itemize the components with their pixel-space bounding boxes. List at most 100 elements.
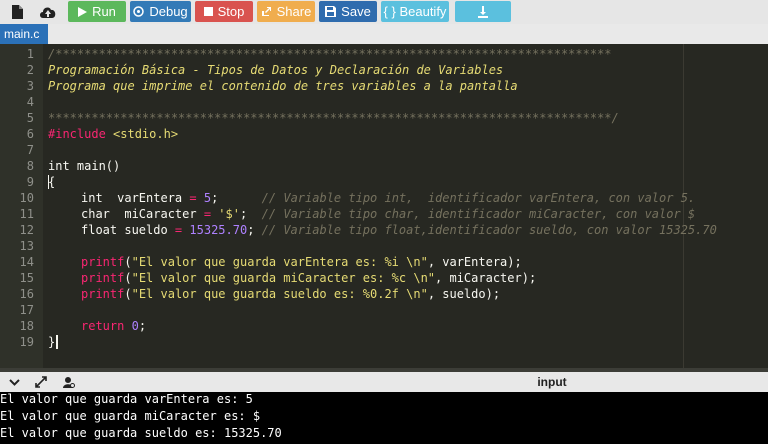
console-line: El valor que guarda sueldo es: 15325.70 [0,426,282,440]
line-number: 6 [26,127,34,141]
code-paren: ( [124,255,132,269]
code-line-8: int main() [48,158,120,174]
console-input-label[interactable]: input [530,372,574,392]
toolbar: Run Debug Stop Share Save { } Beautify [0,0,768,24]
code-function: printf [81,271,125,285]
code-line-3: Programa que imprime el contenido de tre… [48,78,518,94]
line-number: 9 [26,175,34,189]
code-comment: /***************************************… [48,47,612,61]
save-button[interactable]: Save [319,1,377,22]
expand-arrows-icon [35,376,47,388]
line-number: 15 [19,271,34,285]
upload-button[interactable] [33,0,63,24]
chevron-down-icon [8,378,20,386]
bracket-highlight [48,175,49,189]
console-output[interactable]: El valor que guarda varEntera es: 5 El v… [0,392,768,444]
code-line-5: ****************************************… [48,110,619,126]
code-comment: // Variable tipo char, identificador miC… [261,207,696,221]
share-label: Share [276,4,312,19]
code-comment: Programación Básica - Tipos de Datos y D… [48,63,504,77]
code-comment: // Variable tipo float,identificador sue… [261,223,717,237]
stop-icon [203,7,213,16]
code-string: "El valor que guarda varEntera es: %i \n… [131,255,428,269]
console-settings-button[interactable] [57,372,79,392]
code-semicolon: ; [211,191,262,205]
code-line-16: printf("El valor que guarda sueldo es: %… [81,286,500,302]
stop-label: Stop [217,4,245,19]
code-paren: ( [124,287,132,301]
code-comment: Programa que imprime el contenido de tre… [48,79,518,93]
line-number: 1 [26,47,34,61]
debug-button[interactable]: Debug [130,1,191,22]
code-identifier: miCaracter [109,207,204,221]
line-number: 16 [19,287,34,301]
console-line: El valor que guarda varEntera es: 5 [0,392,253,406]
expand-console-button[interactable] [30,372,52,392]
code-editor[interactable]: 1 2 3 4 5 6 7 8 9 10 11 12 13 14 15 16 1… [0,44,768,368]
line-number: 4 [26,95,34,109]
line-number: 7 [26,143,34,157]
code-keyword: return [81,319,125,333]
file-tab-bar: main.c [0,24,768,44]
line-number: 10 [19,191,34,205]
code-type: char [81,207,110,221]
console-line: El valor que guarda miCaracter es: $ [0,409,261,423]
code-function: printf [81,255,125,269]
code-type: float [81,223,118,237]
cloud-upload-icon [40,7,56,19]
code-line-2: Programación Básica - Tipos de Datos y D… [48,62,503,78]
floppy-icon [325,6,337,17]
code-type: int [81,191,103,205]
code-brace: } [48,335,56,349]
code-line-6: #include <stdio.h> [48,126,178,142]
download-button[interactable] [455,1,511,22]
line-number: 19 [19,335,34,349]
code-line-10: int varEntera = 5; // Variable tipo int,… [81,190,695,206]
code-args: , miCaracter); [435,271,537,285]
include-header: <stdio.h> [113,127,179,141]
beautify-button[interactable]: { } Beautify [381,1,449,22]
code-line-9: { [48,174,55,190]
code-identifier: sueldo [117,223,175,237]
share-button[interactable]: Share [257,1,315,22]
code-function: printf [81,287,125,301]
code-line-1: /***************************************… [48,46,612,62]
code-line-19: } [48,334,55,350]
debug-label: Debug [149,4,188,19]
code-number: 5 [203,191,212,205]
run-label: Run [92,4,116,19]
line-number: 8 [26,159,34,173]
tab-main-c[interactable]: main.c [0,24,48,44]
code-operator: = [203,207,212,221]
code-semicolon: ; [138,319,147,333]
code-operator: = [189,191,197,205]
code-string: "El valor que guarda sueldo es: %0.2f \n… [131,287,428,301]
code-number: 0 [131,319,139,333]
console-toolbar: input [0,372,768,392]
code-line-11: char miCaracter = '$'; // Variable tipo … [81,206,695,222]
new-file-button[interactable] [2,0,32,24]
line-number: 2 [26,63,34,77]
line-number: 18 [19,319,34,333]
run-button[interactable]: Run [68,1,126,22]
target-icon [133,6,145,17]
code-string: "El valor que guarda miCaracter es: %c \… [131,271,436,285]
code-line-12: float sueldo = 15325.70; // Variable tip… [81,222,717,238]
code-number: 15325.70 [189,223,248,237]
preprocessor-directive: #include [48,127,106,141]
code-paren: ( [124,271,132,285]
play-icon [78,6,88,17]
code-line-14: printf("El valor que guarda varEntera es… [81,254,522,270]
line-number: 5 [26,111,34,125]
line-number: 13 [19,239,34,253]
line-number: 12 [19,223,34,237]
code-comment: ****************************************… [48,111,619,125]
code-line-15: printf("El valor que guarda miCaracter e… [81,270,536,286]
beautify-label: { } Beautify [383,4,447,19]
code-brace: { [48,175,56,189]
code-string: '$' [218,207,240,221]
stop-button[interactable]: Stop [195,1,253,22]
collapse-console-button[interactable] [3,372,25,392]
